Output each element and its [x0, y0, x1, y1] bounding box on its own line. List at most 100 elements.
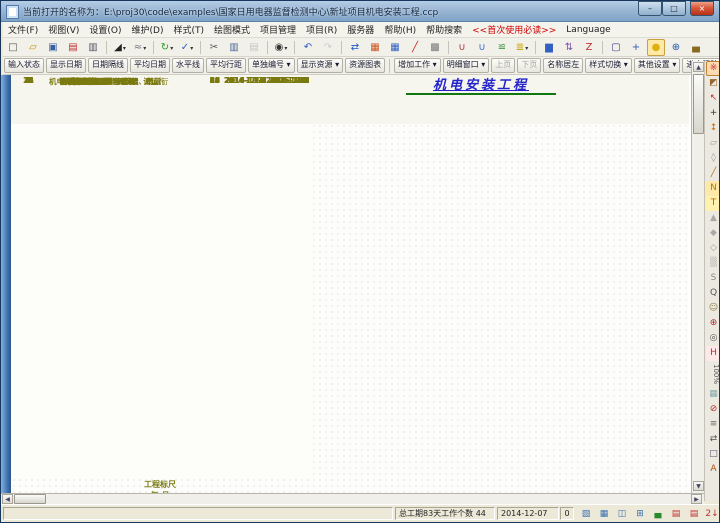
frame-icon[interactable]: □ — [706, 447, 720, 462]
menu-item[interactable]: 文件(F) — [3, 22, 43, 37]
menu-item[interactable]: 项目(R) — [301, 22, 342, 37]
eraser-icon[interactable]: ▱ — [706, 136, 720, 151]
menu-item[interactable]: 样式(T) — [168, 22, 209, 37]
quickbar-button-其他设置[interactable]: 其他设置 ▾ — [634, 58, 681, 73]
globe-icon[interactable]: ⊕ — [667, 39, 685, 56]
cursor-icon[interactable]: ↖ — [706, 91, 720, 106]
redo-icon[interactable]: ↷ — [319, 39, 337, 56]
menu-item[interactable]: 设置(O) — [84, 22, 126, 37]
monitor-icon[interactable]: ▢ — [607, 39, 625, 56]
h-scroll-right-button[interactable]: ▶ — [691, 494, 702, 504]
calc-icon[interactable]: ≌ — [493, 39, 511, 56]
cut-icon[interactable]: ✂ — [205, 39, 223, 56]
bar-chart-icon[interactable]: ▆ — [540, 39, 558, 56]
h-scroll-thumb[interactable] — [14, 494, 46, 504]
swap-rows-icon[interactable]: ⇄ — [706, 432, 720, 447]
quickbar-button-输入状态[interactable]: 输入状态 — [4, 58, 44, 73]
find-icon-dropdown[interactable]: ▾ — [284, 45, 287, 52]
copy-icon[interactable]: ▥ — [225, 39, 243, 56]
update-links-icon[interactable]: ⇄ — [346, 39, 364, 56]
quickbar-button-上页[interactable]: 上页 — [491, 58, 515, 73]
window-tree-icon[interactable]: ⊞ — [632, 506, 649, 522]
lasso-icon[interactable]: S — [706, 271, 720, 286]
quickbar-button-下页[interactable]: 下页 — [517, 58, 541, 73]
new-file-icon[interactable]: □ — [4, 39, 22, 56]
menu-item[interactable]: 帮助(H) — [379, 22, 421, 37]
send-down-icon[interactable]: ◆ — [706, 226, 720, 241]
minimize-button[interactable]: – — [638, 1, 662, 16]
smiley-icon[interactable]: ☺ — [706, 301, 720, 316]
curve-style-icon[interactable]: ≈▾ — [131, 39, 149, 56]
menu-item[interactable]: 维护(D) — [127, 22, 169, 37]
close-button[interactable]: × — [690, 1, 714, 16]
find-zoom-icon[interactable]: Q — [706, 286, 720, 301]
refresh-icon[interactable]: ↻▾ — [158, 39, 176, 56]
target-icon[interactable]: ⊕ — [706, 316, 720, 331]
quickbar-button-单独编号[interactable]: 单独编号 ▾ — [248, 58, 295, 73]
briefcase-icon[interactable]: ▄ — [687, 39, 705, 56]
view-zoom-icon[interactable]: ◎ — [706, 331, 720, 346]
small-grid-icon[interactable]: ▦ — [706, 387, 720, 402]
quickbar-button-明细窗口[interactable]: 明细窗口 ▾ — [443, 58, 490, 73]
quickbar-button-平均日期[interactable]: 平均日期 — [130, 58, 170, 73]
menu-item[interactable]: 项目管理 — [255, 22, 301, 37]
quickbar-button-资源图表[interactable]: 资源图表 — [345, 58, 385, 73]
v-scroll-thumb[interactable] — [693, 74, 704, 134]
quickbar-button-增加工作[interactable]: 增加工作 ▾ — [394, 58, 441, 73]
quickbar-button-名称居左[interactable]: 名称居左 — [543, 58, 583, 73]
style-king-icon-dropdown[interactable]: ▾ — [525, 45, 528, 52]
quickbar-button-平均行距[interactable]: 平均行距 — [206, 58, 246, 73]
font-move-icon[interactable]: A — [706, 462, 720, 477]
menu-item[interactable]: Language — [561, 24, 615, 36]
undo-icon[interactable]: ↶ — [299, 39, 317, 56]
brush-icon[interactable]: ╱ — [706, 166, 720, 181]
find-icon[interactable]: ◉▾ — [272, 39, 290, 56]
quickbar-button-显示资源[interactable]: 显示资源 ▾ — [297, 58, 344, 73]
calendar-z-icon[interactable]: Z — [580, 39, 598, 56]
resource-edit-icon[interactable]: ▩ — [426, 39, 444, 56]
v-scroll-down-button[interactable]: ▼ — [693, 481, 704, 491]
refresh-icon-dropdown[interactable]: ▾ — [170, 45, 173, 52]
export-icon[interactable]: ▤ — [64, 39, 82, 56]
printer-icon[interactable]: ▄ — [650, 506, 667, 522]
title-bar[interactable]: 当前打开的名称为：E:\proj30\code\examples\国家日用电器监… — [1, 1, 719, 22]
wipe-icon[interactable]: ◊ — [706, 151, 720, 166]
text-icon[interactable]: T — [706, 196, 720, 211]
vertical-scrollbar[interactable]: ▲▼ — [691, 61, 705, 493]
print-preview-icon[interactable]: ▥ — [84, 39, 102, 56]
fill-style-icon-dropdown[interactable]: ▾ — [123, 45, 126, 52]
menu-item[interactable]: 帮助搜索 — [421, 22, 467, 37]
forbid-icon[interactable]: ⊘ — [706, 402, 720, 417]
maximize-button[interactable]: □ — [662, 1, 686, 16]
style-king-icon[interactable]: ≣▾ — [513, 39, 531, 56]
row-spacing-icon[interactable]: ↕ — [706, 121, 720, 136]
fill-style-icon[interactable]: ◢▾ — [111, 39, 129, 56]
transfer-icon[interactable]: ⇅ — [560, 39, 578, 56]
menu-item[interactable]: <<首次使用必读>> — [467, 22, 561, 37]
palette-icon[interactable]: ◩ — [706, 76, 720, 91]
edit-grid-icon[interactable]: ▦ — [386, 39, 404, 56]
quickbar-button-日期隔线[interactable]: 日期隔线 — [88, 58, 128, 73]
calendar-day-icon[interactable]: ▤ — [668, 506, 685, 522]
check-icon[interactable]: ✓▾ — [178, 39, 196, 56]
gantt-canvas[interactable]: 机电安装工程 工程标尺年.月编号工作名称工期开始日期结束日期1020304050… — [11, 75, 691, 493]
quickbar-button-显示日期[interactable]: 显示日期 — [46, 58, 86, 73]
paste-icon[interactable]: ▤ — [245, 39, 263, 56]
level-2-icon[interactable]: 2↓ — [704, 506, 720, 522]
h-marker-icon[interactable]: H — [706, 346, 720, 361]
fade-icon[interactable]: ▒ — [706, 256, 720, 271]
lines-icon[interactable]: ≡ — [706, 417, 720, 432]
menu-item[interactable]: 绘图模式 — [209, 22, 255, 37]
draw-bar-icon[interactable]: ╱ — [406, 39, 424, 56]
v-scroll-up-button[interactable]: ▲ — [693, 62, 704, 72]
window-cascade-icon[interactable]: ▧ — [578, 506, 595, 522]
quickbar-button-水平线[interactable]: 水平线 — [172, 58, 204, 73]
calendar-range-icon[interactable]: ▤ — [686, 506, 703, 522]
window-split-icon[interactable]: ◫ — [614, 506, 631, 522]
note-icon[interactable]: N — [706, 181, 720, 196]
unlink-tasks-icon[interactable]: ∪ — [473, 39, 491, 56]
open-icon[interactable]: ▱ — [24, 39, 42, 56]
h-scroll-left-button[interactable]: ◀ — [2, 494, 13, 504]
save-icon[interactable]: ▣ — [44, 39, 62, 56]
curve-style-icon-dropdown[interactable]: ▾ — [143, 45, 146, 52]
